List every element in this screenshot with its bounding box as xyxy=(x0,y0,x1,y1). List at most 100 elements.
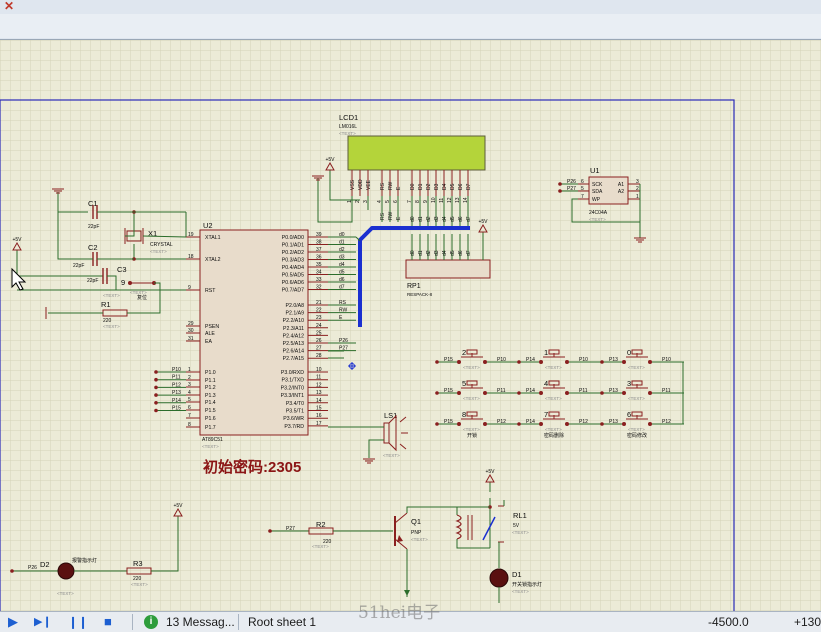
keypad-net: P11 xyxy=(497,388,506,394)
text-placeholder: <TEXT> xyxy=(150,249,167,254)
keypad-ref: 3 xyxy=(627,379,631,388)
keypad-ref: 4 xyxy=(544,379,548,388)
mcu-pin-name: P3.0/RXD xyxy=(281,370,304,376)
junction-dot xyxy=(435,422,439,426)
coord-x: -4500.0 xyxy=(708,615,749,629)
relay-ref: RL1 xyxy=(513,511,527,520)
lcd-pin-name: VDD xyxy=(358,179,364,190)
mcu-pin-name: P0.3/AD3 xyxy=(282,258,304,264)
watermark: 51hei电子 xyxy=(358,603,441,623)
net-label: RW xyxy=(339,308,348,314)
step-icon[interactable]: ▶❙ xyxy=(34,612,52,632)
text-placeholder: <TEXT> xyxy=(383,453,400,458)
net-label: P26 xyxy=(339,338,348,344)
junction-dot xyxy=(517,422,521,426)
pin-end xyxy=(457,360,461,364)
pin-end xyxy=(622,360,626,364)
eeprom-pin-number: 5 xyxy=(581,186,584,192)
mcu-pin-number: 17 xyxy=(316,421,322,427)
d1-label: 开关锁指示灯 xyxy=(512,581,542,588)
c2-value: 22pF xyxy=(73,263,84,269)
lcd-display[interactable] xyxy=(347,135,486,171)
mcu-pin-name: P1.4 xyxy=(205,400,216,406)
mcu-pin-name: P0.6/AD6 xyxy=(282,280,304,286)
c1-value: 22pF xyxy=(88,224,99,230)
lcd-data-net: d7 xyxy=(466,216,472,222)
keypad-net: P12 xyxy=(579,419,588,425)
mcu-pin-number: 16 xyxy=(316,413,322,419)
keypad-net: P13 xyxy=(609,357,618,363)
text-placeholder: <TEXT> xyxy=(411,537,428,542)
text-placeholder: <TEXT> xyxy=(312,544,329,549)
net-label: RS xyxy=(339,300,347,306)
mcu-part: AT89C51 xyxy=(202,437,223,443)
eeprom-pin-number: 6 xyxy=(581,179,584,185)
keypad-label: 密码删除 xyxy=(544,432,564,439)
lcd-data-net: d2 xyxy=(426,216,432,222)
mcu-pin-number: 32 xyxy=(316,285,322,291)
net-label: d4 xyxy=(339,262,345,268)
pin-end xyxy=(565,360,569,364)
net-label: d3 xyxy=(339,255,345,261)
reset-power-label: +5V xyxy=(12,237,22,243)
schematic-canvas[interactable]: LCD1 LM016L <TEXT> VSS 1 VDD 2 VEE 3 RS 4 RW 5 E 6 D0 7 D… xyxy=(0,40,821,611)
junction-dot xyxy=(517,360,521,364)
pause-icon[interactable]: ❙❙ xyxy=(68,612,88,632)
respack-body[interactable] xyxy=(405,259,491,279)
eeprom-pin-name: A1 xyxy=(618,182,624,188)
respack-ref: RP1 xyxy=(407,283,421,290)
mcu-pin-number: 39 xyxy=(316,232,322,238)
message-icon[interactable]: i xyxy=(144,615,158,629)
mcu-pin-number: 11 xyxy=(316,375,321,381)
lcd-pin-name: D5 xyxy=(450,183,456,190)
lcd-pin-name: D2 xyxy=(426,183,432,190)
keypad-ref: 8 xyxy=(462,410,466,419)
mcu-pin-name: P2.4/A12 xyxy=(283,333,304,339)
mcu-pin-name: P1.5 xyxy=(205,408,216,414)
mcu-pin-number: 9 xyxy=(188,285,191,291)
eeprom-pin-name: SDA xyxy=(592,189,603,195)
messages-count[interactable]: 13 Messag... xyxy=(166,612,235,632)
d2-led-icon[interactable] xyxy=(57,562,75,580)
mcu-pin-name: P0.4/AD4 xyxy=(282,265,304,271)
net-label: P12 xyxy=(172,382,181,388)
junction-dot xyxy=(154,377,158,382)
stop-icon[interactable]: ■ xyxy=(104,612,112,632)
reset-ref: 9 xyxy=(121,278,125,287)
schematic-drawing[interactable]: LCD1LM016L<TEXT>VSS1VDD2VEE3RS4RW5E6D07D… xyxy=(0,40,821,611)
mcu-pin-name: P0.7/AD7 xyxy=(282,288,304,294)
pin-end xyxy=(648,422,652,426)
d2-ref: D2 xyxy=(40,560,50,569)
mcu-pin-number: 29 xyxy=(188,321,194,327)
respack-net: d5 xyxy=(450,250,456,256)
keypad-ref: 2 xyxy=(462,348,466,357)
mcu-pin-number: 8 xyxy=(188,422,191,428)
lcd-data-net: d4 xyxy=(442,216,448,222)
net-label: P13 xyxy=(172,390,181,396)
c3-ref: C3 xyxy=(117,265,127,274)
d1-led-icon[interactable] xyxy=(489,568,509,588)
relay-value: 5V xyxy=(513,523,520,529)
mcu-pin-name: P3.1/TXD xyxy=(282,378,305,384)
respack-part: RESPACK-8 xyxy=(407,292,433,297)
pin-end xyxy=(539,422,543,426)
keypad-net: P14 xyxy=(526,357,535,363)
keypad-net: P11 xyxy=(662,388,671,394)
mcu-pin-name: P3.2/INT0 xyxy=(281,385,304,391)
mcu-pin-name: XTAL1 xyxy=(205,235,221,241)
close-icon[interactable]: ✕ xyxy=(4,0,17,12)
mcu-pin-name: ALE xyxy=(205,331,215,337)
respack-net: d2 xyxy=(426,250,432,256)
eeprom-part: 24C04A xyxy=(589,210,608,216)
mcu-pin-number: 38 xyxy=(316,240,322,246)
eeprom-pin-number: 2 xyxy=(636,186,639,192)
sheet-name[interactable]: Root sheet 1 xyxy=(248,612,316,632)
play-icon[interactable]: ▶ xyxy=(8,612,18,632)
net-label: d6 xyxy=(339,277,345,283)
mcu-pin-name: P1.3 xyxy=(205,393,216,399)
mcu-pin-number: 25 xyxy=(316,330,322,336)
text-placeholder: <TEXT> xyxy=(463,365,480,370)
buzzer-ref: LS1 xyxy=(384,411,397,420)
respack-net: d4 xyxy=(442,250,448,256)
mcu-pin-number: 28 xyxy=(316,353,322,359)
